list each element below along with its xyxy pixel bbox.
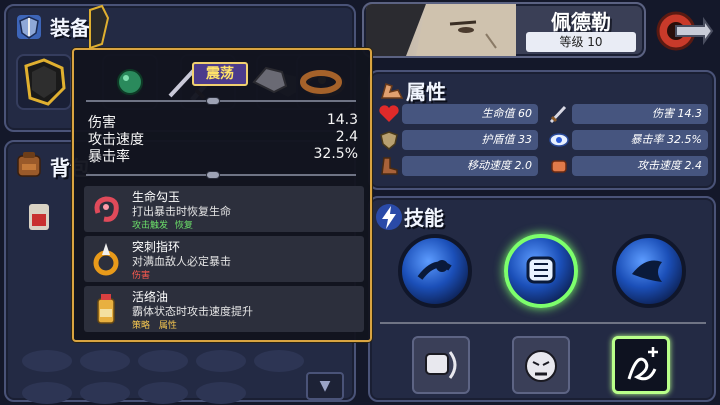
back-button[interactable] <box>654 8 714 54</box>
oil-bottle-icon <box>97 294 115 324</box>
bag-slot[interactable] <box>80 350 130 372</box>
tooltip-divider-top <box>86 100 356 102</box>
effect-tag: 攻击触发 <box>132 221 169 231</box>
effect-description: 对满血敌人必定暴击 <box>132 255 231 268</box>
effect-tags: 攻击触发 恢复 <box>132 218 193 231</box>
skill-add-icon <box>627 347 658 381</box>
skill-bird-icon <box>632 260 662 282</box>
eye-icon <box>549 133 569 147</box>
bag-slot[interactable] <box>22 350 72 372</box>
shield-sword-icon <box>17 15 41 39</box>
lightning-icon <box>376 204 402 230</box>
effect-row-thrust-ring: 突刺指环 对满血敌人必定暴击 伤害 <box>84 236 364 282</box>
effect-tag: 恢复 <box>174 221 193 231</box>
effect-row-liniment: 活络油 霸体状态时攻击速度提升 策略 属性 <box>84 286 364 332</box>
divider-knob <box>206 97 220 105</box>
effect-tags: 策略 属性 <box>132 318 177 331</box>
muscle-icon <box>381 83 404 99</box>
orb-icon <box>117 69 143 95</box>
character-level: 等级 10 <box>526 32 636 52</box>
effect-description: 打出暴击时恢复生命 <box>132 205 231 218</box>
tooltip-gauntlet-art <box>250 58 290 106</box>
jade-hook-icon <box>94 196 119 222</box>
bag-slot[interactable] <box>196 382 246 404</box>
effect-tag: 策略 <box>132 321 151 331</box>
portrait-image <box>366 4 516 56</box>
boot-icon <box>381 157 398 175</box>
attributes-title: 属性 <box>406 80 446 104</box>
tooltip-tag: 震荡 <box>192 62 248 86</box>
effect-description: 霸体状态时攻击速度提升 <box>132 305 253 318</box>
character-name: 佩德勒 <box>551 10 611 34</box>
effect-tags: 伤害 <box>132 268 150 281</box>
skills-divider <box>380 322 706 324</box>
tooltip-orb-art <box>106 62 170 110</box>
attr-damage: 伤害 14.3 <box>572 104 708 124</box>
skill-punch-icon <box>526 256 556 284</box>
effect-tag: 伤害 <box>132 271 151 281</box>
shield-icon <box>380 131 398 150</box>
skill-orb-3[interactable] <box>612 234 686 308</box>
effect-tag: 属性 <box>158 321 177 331</box>
fist-swap-icon <box>425 351 457 379</box>
character-name-box: 佩德勒 等级 10 <box>520 4 642 54</box>
stat-label-crit-rate: 暴击率 <box>88 149 130 165</box>
armor-icon <box>89 4 110 50</box>
tooltip-divider-middle <box>86 174 356 176</box>
armor-icon <box>24 58 66 106</box>
bag-slot[interactable] <box>196 350 246 372</box>
bag-slot[interactable] <box>254 350 304 372</box>
spiked-ring-icon <box>93 243 119 276</box>
effect-row-life-jade: 生命勾玉 打出暴击时恢复生命 攻击触发 恢复 <box>84 186 364 232</box>
skill-button-add-selected[interactable] <box>612 336 670 394</box>
heart-icon <box>379 105 399 122</box>
stat-value-attack-speed: 2.4 <box>335 129 358 145</box>
skill-button-fist[interactable] <box>412 336 470 394</box>
attr-move-speed: 移动速度 2.0 <box>402 156 538 176</box>
gauntlet-icon <box>252 66 288 94</box>
attr-shield: 护盾值 33 <box>402 130 538 150</box>
equipment-slot-armor[interactable] <box>16 54 72 110</box>
bag-slot[interactable] <box>138 382 188 404</box>
chevron-down-icon: ▼ <box>319 378 331 394</box>
skill-orb-1[interactable] <box>398 234 472 308</box>
potion-icon <box>29 204 49 230</box>
divider-knob <box>206 171 220 179</box>
backpack-icon <box>17 152 41 177</box>
attr-crit-rate: 暴击率 32.5% <box>572 130 708 150</box>
tooltip-item-art <box>82 4 146 52</box>
stat-value-damage: 14.3 <box>326 112 358 128</box>
skill-button-face[interactable] <box>512 336 570 394</box>
bag-slot[interactable] <box>22 382 72 404</box>
bag-item-potion[interactable] <box>22 200 56 234</box>
fist-icon <box>551 160 567 173</box>
attr-attack-speed: 攻击速度 2.4 <box>572 156 708 176</box>
skill-fist-icon <box>417 260 452 280</box>
character-portrait <box>366 4 516 56</box>
scroll-down-button[interactable]: ▼ <box>306 372 344 400</box>
bag-slot[interactable] <box>138 350 188 372</box>
sword-icon <box>549 105 567 124</box>
bracelet-icon <box>300 70 342 94</box>
skill-orb-2-selected[interactable] <box>504 234 578 308</box>
attr-health: 生命值 60 <box>402 104 538 124</box>
skills-title: 技能 <box>404 206 444 230</box>
angry-face-icon <box>525 350 557 382</box>
stat-value-crit-rate: 32.5% <box>313 146 358 162</box>
back-arrow-icon <box>656 11 714 51</box>
bag-slot[interactable] <box>80 382 130 404</box>
